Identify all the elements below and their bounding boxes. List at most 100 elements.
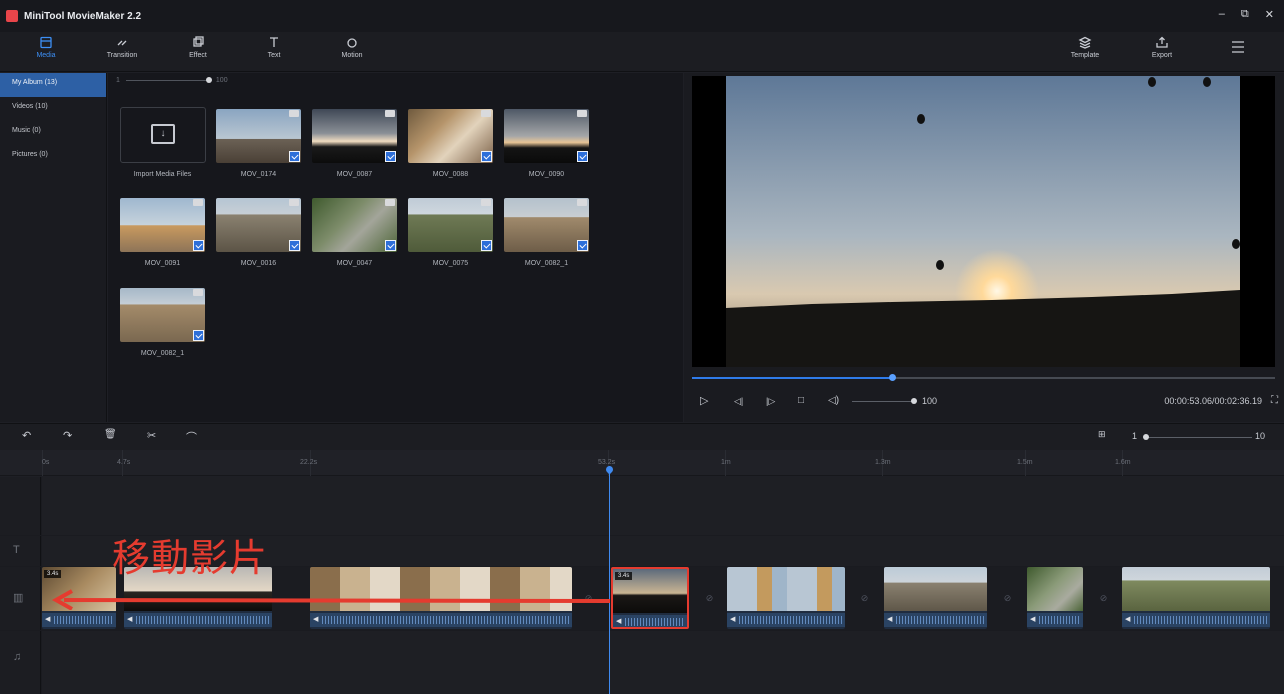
- sidebar-item-my-album[interactable]: My Album (13): [0, 73, 106, 97]
- export-icon: [1156, 36, 1168, 48]
- checkbox-icon[interactable]: [385, 151, 396, 162]
- tab-media[interactable]: Media: [16, 36, 76, 59]
- seek-bar-knob[interactable]: [889, 374, 896, 381]
- cut-icon[interactable]: ✂: [147, 429, 156, 442]
- timeline-clip[interactable]: ◀: [1027, 567, 1083, 629]
- video-badge-icon: [289, 199, 299, 206]
- main-toolbar: Media Transition Effect Text Motion Temp…: [0, 32, 1284, 72]
- clip-volume-icon[interactable]: ◀: [45, 615, 50, 623]
- tab-transition[interactable]: Transition: [92, 36, 152, 59]
- checkbox-icon[interactable]: [193, 330, 204, 341]
- transition-slot-icon[interactable]: ⊘: [703, 593, 716, 605]
- video-frame: [726, 76, 1240, 367]
- previous-frame-button[interactable]: ◁|: [734, 396, 743, 407]
- clip-volume-icon[interactable]: ◀: [127, 615, 132, 623]
- media-tile[interactable]: [312, 109, 397, 165]
- clip-volume-icon[interactable]: ◀: [616, 617, 621, 625]
- media-tile[interactable]: [120, 288, 205, 344]
- seek-bar[interactable]: [692, 374, 1275, 381]
- menu-button[interactable]: [1208, 40, 1268, 57]
- close-button[interactable]: ✕: [1265, 8, 1274, 21]
- next-frame-button[interactable]: |▷: [766, 396, 775, 407]
- tab-effect[interactable]: Effect: [168, 36, 228, 59]
- tab-text[interactable]: Text: [244, 36, 304, 59]
- audio-waveform: [613, 615, 687, 627]
- clip-volume-icon[interactable]: ◀: [1125, 615, 1130, 623]
- checkbox-icon[interactable]: [577, 240, 588, 251]
- ruler-label: 1.6m: [1115, 459, 1131, 466]
- import-media-button[interactable]: ↓: [120, 107, 206, 163]
- time-ruler[interactable]: 0s 4.7s 22.2s 53.2s 1m 1.3m 1.5m 1.6m: [0, 450, 1284, 476]
- clip-thumbnail: [1122, 567, 1270, 611]
- media-tile[interactable]: [504, 198, 589, 254]
- media-tile[interactable]: [216, 198, 301, 254]
- media-thumbnail: [120, 288, 205, 342]
- timeline-zoom-min: 1: [1132, 431, 1138, 441]
- zoom-max-label: 100: [215, 77, 228, 84]
- volume-slider[interactable]: [852, 401, 914, 402]
- clip-volume-icon[interactable]: ◀: [1030, 615, 1035, 623]
- media-tile[interactable]: [120, 198, 205, 254]
- timeline-zoom-slider[interactable]: [1146, 437, 1252, 438]
- timeline-clip[interactable]: ◀: [727, 567, 845, 629]
- playhead[interactable]: [609, 466, 610, 694]
- timeline-clip-selected[interactable]: 3.4s ◀: [611, 567, 689, 629]
- video-preview[interactable]: [692, 76, 1275, 367]
- redo-icon[interactable]: ↷: [63, 429, 72, 442]
- minimize-button[interactable]: –: [1219, 8, 1225, 21]
- volume-icon[interactable]: ◁): [828, 395, 839, 406]
- ruler-label: 22.2s: [300, 459, 318, 466]
- checkbox-icon[interactable]: [481, 151, 492, 162]
- ruler-label: 1m: [721, 459, 731, 466]
- checkbox-icon[interactable]: [481, 240, 492, 251]
- checkbox-icon[interactable]: [385, 240, 396, 251]
- preview-panel: ▷ ◁| |▷ □ ◁) 100 00:00:53.06/00:02:36.19…: [684, 73, 1284, 422]
- transition-slot-icon[interactable]: ⊘: [1001, 593, 1014, 605]
- media-tile[interactable]: [408, 198, 493, 254]
- checkbox-icon[interactable]: [577, 151, 588, 162]
- fit-timeline-icon[interactable]: ⊞: [1098, 429, 1106, 440]
- zoom-slider[interactable]: [125, 77, 212, 83]
- sidebar-item-videos[interactable]: Videos (10): [0, 97, 106, 121]
- sidebar-item-pictures[interactable]: Pictures (0): [0, 145, 106, 169]
- sidebar-item-music[interactable]: Music (0): [0, 121, 106, 145]
- play-button[interactable]: ▷: [700, 394, 708, 407]
- clip-volume-icon[interactable]: ◀: [313, 615, 318, 623]
- transition-slot-icon[interactable]: ⊘: [1097, 593, 1110, 605]
- audio-waveform: [727, 613, 845, 627]
- undo-icon[interactable]: ↶: [22, 429, 31, 442]
- media-name: MOV_0082_1: [140, 350, 185, 357]
- restore-button[interactable]: ⧉: [1241, 8, 1249, 21]
- export-button[interactable]: Export: [1132, 36, 1192, 59]
- media-thumbnail: [408, 109, 493, 163]
- import-media-label: Import Media Files: [133, 171, 192, 178]
- audio-icon[interactable]: ⌒: [186, 429, 197, 445]
- video-badge-icon: [385, 110, 395, 117]
- media-tile[interactable]: [504, 109, 589, 165]
- delete-icon[interactable]: 🗑: [104, 429, 117, 440]
- timeline-clip[interactable]: ◀: [1122, 567, 1270, 629]
- template-button[interactable]: Template: [1055, 36, 1115, 59]
- stop-button[interactable]: □: [798, 395, 804, 406]
- clip-volume-icon[interactable]: ◀: [887, 615, 892, 623]
- media-tile[interactable]: [216, 109, 301, 165]
- video-badge-icon: [577, 110, 587, 117]
- volume-slider-knob[interactable]: [911, 398, 917, 404]
- transition-slot-icon[interactable]: ⊘: [858, 593, 871, 605]
- timeline-zoom-knob[interactable]: [1143, 434, 1149, 440]
- ruler-label: 4.7s: [117, 459, 131, 466]
- audio-waveform: [884, 613, 987, 627]
- fullscreen-icon[interactable]: ⛶: [1271, 395, 1278, 406]
- tab-motion[interactable]: Motion: [322, 36, 382, 59]
- timeline-clip[interactable]: ◀: [884, 567, 987, 629]
- checkbox-icon[interactable]: [289, 240, 300, 251]
- checkbox-icon[interactable]: [289, 151, 300, 162]
- media-tile[interactable]: [312, 198, 397, 254]
- zoom-slider-knob[interactable]: [205, 77, 212, 83]
- track-header: [0, 477, 41, 535]
- media-tile[interactable]: [408, 109, 493, 165]
- clip-volume-icon[interactable]: ◀: [730, 615, 735, 623]
- text-track-header: T: [0, 536, 41, 566]
- checkbox-icon[interactable]: [193, 240, 204, 251]
- music-track[interactable]: [42, 631, 1284, 694]
